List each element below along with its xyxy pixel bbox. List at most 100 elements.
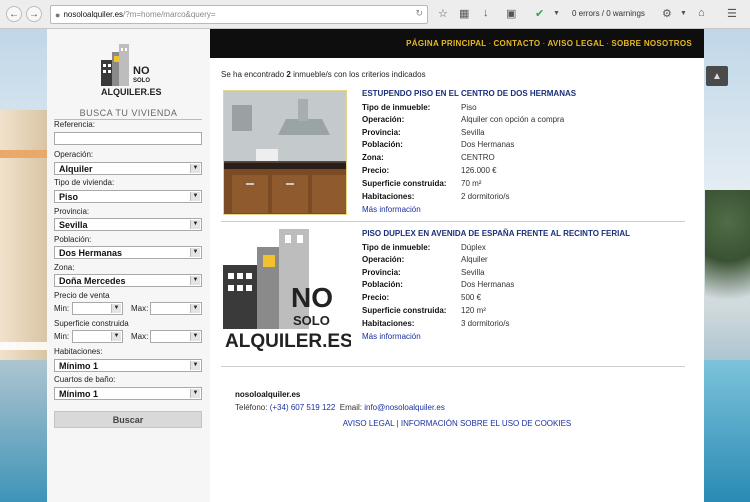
chevron-down-icon[interactable]: ▼ — [553, 10, 560, 17]
check-icon[interactable]: ✔ — [535, 7, 544, 20]
site-logo[interactable]: NO SOLO ALQUILER.ES — [97, 40, 167, 98]
main-content: PÁGINA PRINCIPAL · CONTACTO · AVISO LEGAL · SO… — [210, 29, 704, 502]
zona-value: Doña Mercedes — [59, 276, 126, 286]
superficie-min-label: Min: — [54, 332, 70, 341]
footer-contact: Teléfono: (+34) 607 519 122 Email: info@… — [235, 403, 445, 412]
provincia-select[interactable]: Sevilla ▼ — [54, 218, 202, 231]
divider — [221, 366, 685, 367]
download-icon[interactable]: ↓ — [483, 7, 489, 19]
tipo-select[interactable]: Piso ▼ — [54, 190, 202, 203]
footer-aviso-legal-link[interactable]: AVISO LEGAL — [343, 419, 395, 428]
nav-separator: · — [542, 39, 546, 48]
reload-icon[interactable]: ↻ — [415, 8, 423, 19]
nav-sobre-nosotros[interactable]: SOBRE NOSOTROS — [611, 39, 692, 48]
background-building — [0, 110, 48, 360]
nav-separator: · — [488, 39, 492, 48]
zona-select[interactable]: Doña Mercedes ▼ — [54, 274, 202, 287]
tipo-value: Piso — [59, 192, 79, 202]
footer-email-link[interactable]: info@nosoloalquiler.es — [364, 403, 445, 412]
logo-no: NO — [133, 65, 150, 77]
poblacion-value: Dos Hermanas — [59, 248, 123, 258]
chevron-down-icon: ▼ — [111, 304, 121, 313]
habitaciones-label: Habitaciones: — [54, 347, 103, 356]
chevron-down-icon: ▼ — [190, 276, 200, 285]
precio-label: Precio de venta — [54, 291, 110, 300]
settings-icon[interactable]: ⚙ — [662, 7, 672, 20]
search-title: BUSCA TU VIVIENDA — [79, 108, 178, 118]
banos-value: Mínimo 1 — [59, 389, 99, 399]
banos-select[interactable]: Mínimo 1 ▼ — [54, 387, 202, 400]
menu-icon[interactable]: ☰ — [727, 7, 737, 20]
referencia-input[interactable] — [54, 132, 202, 145]
back-icon[interactable]: ← — [6, 6, 22, 22]
background-stripe — [0, 150, 48, 158]
nav-contacto[interactable]: CONTACTO — [493, 39, 540, 48]
chevron-down-icon: ▼ — [190, 304, 200, 313]
poblacion-select[interactable]: Dos Hermanas ▼ — [54, 246, 202, 259]
operacion-label: Operación: — [54, 150, 94, 159]
logo-no: NO — [291, 282, 333, 313]
precio-min-select[interactable]: ▼ — [72, 302, 123, 315]
provincia-value: Sevilla — [59, 220, 88, 230]
globe-icon: ● — [55, 9, 61, 20]
superficie-min-select[interactable]: ▼ — [72, 330, 123, 343]
more-info-link[interactable]: Más información — [362, 205, 421, 214]
footer-phone[interactable]: (+34) 607 519 122 — [270, 403, 336, 412]
address-bar[interactable]: ● nosoloalquiler.es /?m=home/marco&query… — [50, 5, 428, 24]
operacion-select[interactable]: Alquiler ▼ — [54, 162, 202, 175]
listing-title[interactable]: PISO DUPLEX EN AVENIDA DE ESPAÑA FRENTE … — [362, 229, 630, 238]
operacion-value: Alquiler — [59, 164, 93, 174]
home-icon[interactable]: ⌂ — [698, 7, 705, 19]
footer-links: AVISO LEGAL | INFORMACIÓN SOBRE EL USO D… — [342, 419, 572, 428]
logo-solo: SOLO — [133, 78, 150, 84]
bookmark-star-icon[interactable]: ☆ — [438, 7, 448, 20]
superficie-max-label: Max: — [131, 332, 149, 341]
banos-label: Cuartos de baño: — [54, 375, 116, 384]
precio-max-select[interactable]: ▼ — [150, 302, 202, 315]
speaker-icon[interactable]: ▲ — [706, 66, 728, 86]
more-info-link[interactable]: Más información — [362, 332, 421, 341]
background-railing — [0, 342, 48, 350]
superficie-max-select[interactable]: ▼ — [150, 330, 202, 343]
footer-cookies-link[interactable]: INFORMACIÓN SOBRE EL USO DE COOKIES — [401, 419, 571, 428]
chevron-down-icon: ▼ — [190, 332, 200, 341]
superficie-label: Superficie construida — [54, 319, 129, 328]
top-nav: PÁGINA PRINCIPAL · CONTACTO · AVISO LEGAL · SO… — [210, 29, 704, 58]
chevron-down-icon[interactable]: ▼ — [680, 10, 687, 17]
referencia-label: Referencia: — [54, 120, 95, 129]
nav-aviso-legal[interactable]: AVISO LEGAL — [547, 39, 604, 48]
nav-pagina-principal[interactable]: PÁGINA PRINCIPAL — [406, 39, 486, 48]
listing-photo[interactable] — [223, 90, 347, 215]
nav-separator: · — [606, 39, 610, 48]
chevron-down-icon: ▼ — [190, 248, 200, 257]
forward-icon[interactable]: → — [26, 6, 42, 22]
error-console-status[interactable]: 0 errors / 0 warnings — [572, 9, 645, 18]
divider — [221, 221, 685, 222]
listing-item: NO SOLO ALQUILER.ES PISO DUPLEX EN AVENI… — [221, 229, 695, 359]
library-icon[interactable]: ▣ — [506, 7, 516, 20]
chevron-down-icon: ▼ — [190, 361, 200, 370]
buscar-button[interactable]: Buscar — [54, 411, 202, 428]
listing-item: ESTUPENDO PISO EN EL CENTRO DE DOS HERMA… — [221, 89, 695, 219]
habitaciones-select[interactable]: Mínimo 1 ▼ — [54, 359, 202, 372]
results-summary: Se ha encontrado 2 inmueble/s con los cr… — [221, 70, 426, 79]
url-host: nosoloalquiler.es — [63, 10, 124, 19]
precio-min-label: Min: — [54, 304, 70, 313]
listing-photo-logo[interactable]: NO SOLO ALQUILER.ES — [221, 229, 353, 354]
habitaciones-value: Mínimo 1 — [59, 361, 99, 371]
chevron-down-icon: ▼ — [190, 220, 200, 229]
chevron-down-icon: ▼ — [111, 332, 121, 341]
tipo-label: Tipo de vivienda: — [54, 178, 115, 187]
chevron-down-icon: ▼ — [190, 389, 200, 398]
background-pool — [700, 360, 750, 502]
footer-site-name: nosoloalquiler.es — [235, 390, 301, 399]
logo-alquiler: ALQUILER.ES — [225, 331, 351, 352]
browser-toolbar: ← → ● nosoloalquiler.es /?m=home/marco&q… — [0, 0, 750, 29]
reading-list-icon[interactable]: ▦ — [459, 7, 469, 20]
chevron-down-icon: ▼ — [190, 164, 200, 173]
poblacion-label: Población: — [54, 235, 92, 244]
background-palm — [705, 190, 750, 350]
provincia-label: Provincia: — [54, 207, 90, 216]
listing-title[interactable]: ESTUPENDO PISO EN EL CENTRO DE DOS HERMA… — [362, 89, 576, 98]
logo-solo: SOLO — [293, 313, 330, 328]
